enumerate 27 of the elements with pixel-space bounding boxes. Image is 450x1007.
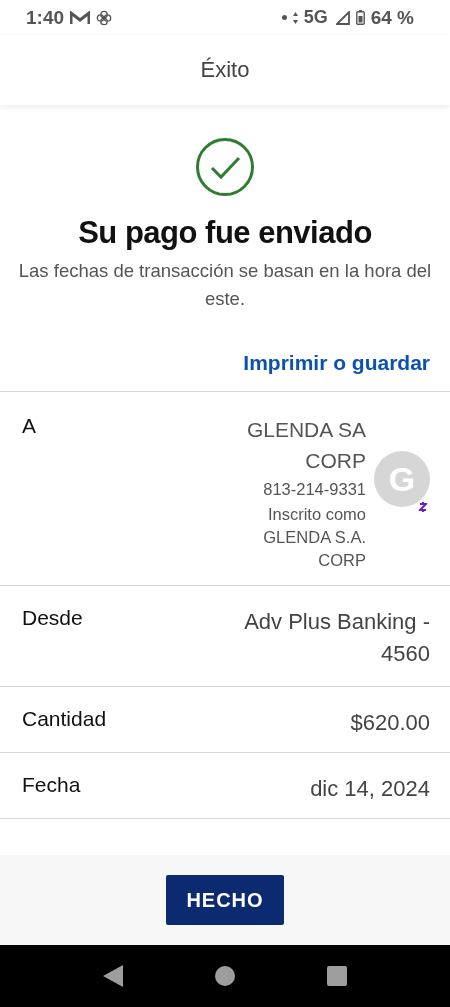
timezone-note: Las fechas de transacción se basan en la hora del este. bbox=[17, 259, 433, 311]
signal-icon bbox=[335, 10, 350, 25]
back-icon[interactable] bbox=[103, 965, 123, 987]
detail-value: $620.00 bbox=[349, 709, 430, 737]
detail-label: Cantidad bbox=[22, 707, 107, 731]
print-link[interactable]: Imprimir o guardar bbox=[243, 351, 430, 375]
network-label: 5G bbox=[303, 7, 328, 28]
mail-icon bbox=[70, 10, 91, 25]
detail-label: Desde bbox=[22, 606, 83, 630]
data-arrows-icon bbox=[292, 11, 298, 24]
enrolled-name: Inscrito como GLENDA S.A. CORP bbox=[262, 504, 366, 571]
success-heading: Su pago fue enviado bbox=[78, 215, 372, 251]
battery-icon bbox=[355, 10, 365, 25]
page-title: Éxito bbox=[200, 57, 250, 83]
detail-value: Adv Plus Banking - 4560 bbox=[243, 608, 430, 668]
home-icon[interactable] bbox=[215, 966, 235, 986]
dot-icon bbox=[281, 15, 287, 20]
checkmark-icon bbox=[195, 137, 255, 197]
detail-value: dic 14, 2024 bbox=[309, 775, 430, 803]
fan-icon bbox=[96, 9, 113, 26]
done-button[interactable]: HECHO bbox=[166, 875, 284, 925]
recipient-name: GLENDA SA CORP bbox=[245, 417, 366, 474]
recipient-phone: 813-214-9331 bbox=[263, 479, 366, 500]
battery-percent: 64 % bbox=[370, 6, 414, 29]
detail-label: A bbox=[22, 414, 36, 438]
status-time: 1:40 bbox=[26, 6, 65, 29]
detail-label: Fecha bbox=[22, 773, 81, 797]
